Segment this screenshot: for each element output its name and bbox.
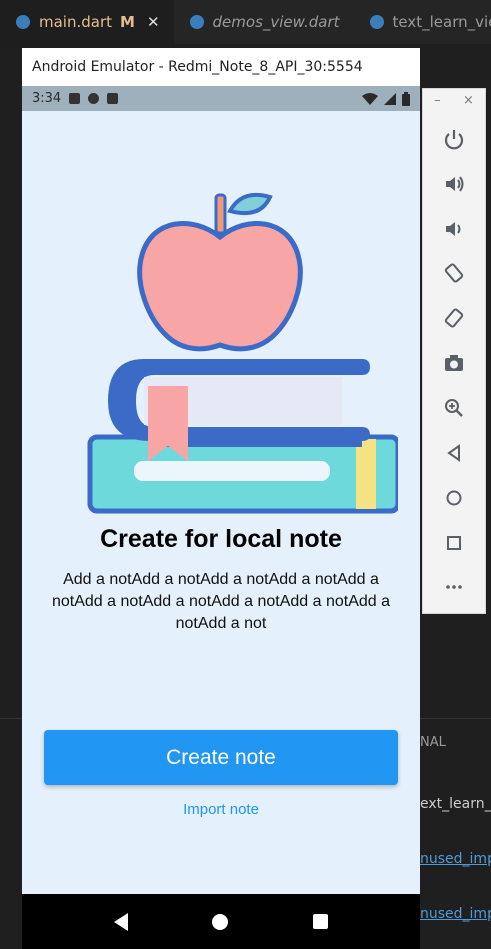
android-nav-bar [22,894,420,949]
dart-file-icon [369,15,384,29]
volume-down-icon[interactable] [440,215,468,243]
tab-label: text_learn_vie [392,13,491,31]
tab-main-dart[interactable]: main.dart M ✕ [0,0,174,44]
android-status-bar: 3:34 [22,86,420,111]
problem-link[interactable]: nused_imp [420,906,491,922]
page-title: Create for local note [100,525,342,553]
battery-icon [402,91,410,106]
books-apple-illustration [87,192,398,514]
nav-home-icon[interactable] [212,913,229,930]
wifi-icon [362,92,378,105]
power-icon[interactable] [440,125,468,153]
dart-file-icon [189,15,204,29]
emulator-title: Android Emulator - Redmi_Note_8_API_30:5… [32,59,363,75]
camera-icon[interactable] [440,349,468,377]
problem-item: ext_learn_ [420,796,491,812]
signal-icon [384,92,396,105]
rotate-left-icon[interactable] [440,259,468,287]
emulator-title-bar: Android Emulator - Redmi_Note_8_API_30:5… [22,48,420,86]
modified-indicator: M [120,13,135,31]
tab-demos-view[interactable]: demos_view.dart [174,0,354,44]
app-screen: Create for local note Add a notAdd a not… [22,111,420,894]
page-description: Add a notAdd a notAdd a notAdd a notAdd … [51,571,391,632]
import-note-link[interactable]: Import note [22,801,420,818]
status-time: 3:34 [32,91,62,106]
dart-file-icon [16,15,30,29]
notification-a-icon [69,93,81,104]
tab-label: main.dart [39,13,113,31]
panel-tab-terminal[interactable]: NAL [420,735,446,750]
minimize-icon[interactable]: – [434,93,441,108]
sd-card-icon [107,93,119,104]
more-icon[interactable] [440,573,468,601]
close-tab-icon[interactable]: ✕ [147,13,160,31]
overview-icon[interactable] [440,529,468,557]
home-icon[interactable] [440,484,468,512]
create-note-button[interactable]: Create note [44,730,398,785]
notification-sync-icon [88,93,100,104]
rotate-right-icon[interactable] [440,304,468,332]
zoom-icon[interactable] [440,394,468,422]
nav-recents-icon[interactable] [312,914,328,929]
problem-link[interactable]: nused_imp [420,851,491,867]
close-icon[interactable]: × [463,93,474,108]
nav-back-icon[interactable] [114,912,129,931]
editor-tab-bar: main.dart M ✕ demos_view.dart text_learn… [0,0,491,44]
back-icon[interactable] [440,439,468,467]
tab-label: demos_view.dart [212,13,340,31]
tab-text-learn[interactable]: text_learn_vie [354,0,491,44]
emulator-toolbar: – × [422,88,486,614]
volume-up-icon[interactable] [440,170,468,198]
